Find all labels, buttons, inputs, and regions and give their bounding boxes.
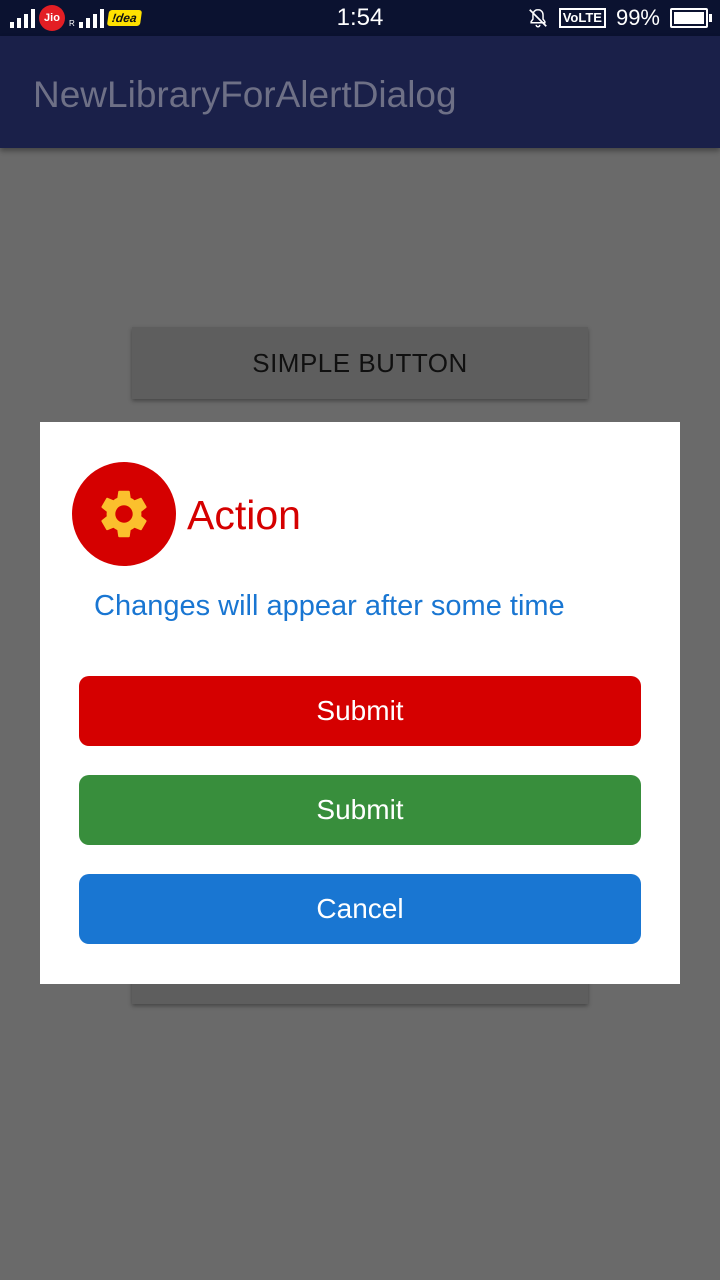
- app-title: NewLibraryForAlertDialog: [33, 74, 457, 115]
- battery-icon: [670, 8, 712, 28]
- gear-icon: [101, 490, 147, 538]
- volte-icon: VoLTE: [558, 8, 606, 28]
- submit-button-red[interactable]: Submit: [79, 676, 641, 746]
- bell-muted-icon: [528, 9, 547, 28]
- cancel-button[interactable]: Cancel: [79, 874, 641, 944]
- simple-button[interactable]: SIMPLE BUTTON: [132, 327, 588, 399]
- app-bar: NewLibraryForAlertDialog: [0, 36, 720, 148]
- battery-fill: [674, 12, 704, 24]
- status-bar: Jio R !dea 1:54 VoLTE 99%: [0, 0, 720, 36]
- dialog-icon-circle: [72, 462, 176, 566]
- submit-button-green[interactable]: Submit: [79, 775, 641, 845]
- battery-percent: 99%: [615, 5, 660, 30]
- dialog-title: Action: [187, 492, 301, 538]
- dialog-message: Changes will appear after some time: [94, 590, 565, 622]
- alert-dialog: Action Changes will appear after some ti…: [40, 422, 680, 984]
- status-bar-right: VoLTE 99%: [527, 5, 712, 31]
